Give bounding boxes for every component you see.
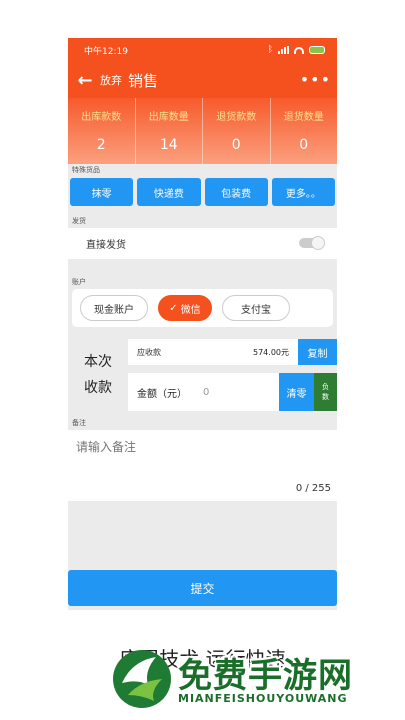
- amount-label: 金额（元）: [137, 388, 187, 400]
- wechat-option[interactable]: ✓ 微信: [158, 295, 212, 321]
- shipping-label: 发货: [72, 217, 86, 225]
- check-icon: ✓: [169, 302, 178, 314]
- cash-account-option[interactable]: 现金账户: [80, 295, 148, 321]
- special-goods-buttons: 抹零 快递费 包装费 更多。。: [68, 177, 337, 207]
- direct-ship-label: 直接发货: [86, 240, 126, 251]
- bluetooth-icon: ᛒ: [267, 45, 273, 55]
- more-menu-icon[interactable]: •••: [300, 70, 331, 89]
- watermark-subtitle: MIANFEISHOUYOUWANG: [178, 692, 348, 705]
- watermark-logo-icon: [113, 650, 171, 708]
- receivable-field: 应收款 574.00元: [128, 339, 298, 365]
- stat-outbound-items: 出库款数 2: [68, 98, 136, 164]
- watermark-title: 免费手游网: [178, 656, 353, 696]
- account-label: 账户: [72, 278, 86, 286]
- amount-field[interactable]: 金额（元） 0: [128, 373, 279, 411]
- note-counter: 0 / 255: [295, 483, 331, 494]
- stats-panel: 出库款数 2 出库数量 14 退货款数 0 退货数量 0: [68, 98, 337, 164]
- stat-value: 0: [299, 137, 309, 153]
- amount-row: 金额（元） 0 清零 负数: [128, 373, 337, 411]
- account-selector: 现金账户 ✓ 微信 支付宝: [72, 289, 333, 327]
- payment-fields: 应收款 574.00元 复制 金额（元） 0 清零 负数: [128, 339, 337, 411]
- clear-button[interactable]: 清零: [279, 373, 314, 411]
- payment-title-line1: 本次: [84, 354, 112, 370]
- status-icons: ᛒ: [268, 45, 325, 55]
- wifi-icon: [294, 46, 304, 54]
- packaging-fee-button[interactable]: 包装费: [204, 178, 268, 206]
- direct-ship-toggle[interactable]: [299, 236, 325, 250]
- round-off-button[interactable]: 抹零: [70, 178, 134, 206]
- phone-screen: 中午12:19 ᛒ ← 放弃 销售 ••• 出库款数 2 出库数量 14 退货款…: [68, 38, 337, 610]
- negative-label: 负数: [322, 383, 329, 401]
- stat-value: 14: [159, 137, 178, 153]
- stat-return-items: 退货款数 0: [203, 98, 271, 164]
- stat-return-qty: 退货数量 0: [271, 98, 338, 164]
- signal-icon: [278, 46, 289, 54]
- receivable-amount: 574.00元: [253, 347, 289, 357]
- status-bar: 中午12:19 ᛒ: [68, 38, 337, 62]
- receivable-label: 应收款: [137, 347, 161, 357]
- more-button[interactable]: 更多。。: [271, 178, 335, 206]
- payment-title: 本次 收款: [68, 339, 128, 411]
- receivable-row: 应收款 574.00元 复制: [128, 339, 337, 365]
- giveup-button[interactable]: 放弃: [100, 72, 122, 88]
- toggle-knob: [311, 236, 325, 250]
- stat-outbound-qty: 出库数量 14: [136, 98, 203, 164]
- submit-button[interactable]: 提交: [68, 570, 337, 606]
- stat-label: 出库数量: [148, 112, 189, 123]
- status-time: 中午12:19: [84, 46, 128, 57]
- direct-ship-row: 直接发货: [68, 228, 337, 259]
- copy-button[interactable]: 复制: [298, 339, 337, 365]
- payment-title-line2: 收款: [84, 380, 112, 396]
- stat-label: 退货款数: [216, 112, 257, 123]
- payment-section: 本次 收款 应收款 574.00元 复制 金额（元） 0 清零 负数: [68, 339, 337, 411]
- stat-value: 0: [231, 137, 241, 153]
- special-goods-label: 特殊货品: [72, 166, 100, 174]
- page-title: 销售: [128, 71, 159, 90]
- shipping-fee-button[interactable]: 快递费: [137, 178, 201, 206]
- alipay-option[interactable]: 支付宝: [222, 295, 290, 321]
- stat-value: 2: [96, 137, 106, 153]
- stat-label: 出库款数: [81, 112, 122, 123]
- wechat-label: 微信: [180, 304, 201, 316]
- note-box: 0 / 255: [68, 430, 337, 501]
- back-arrow-icon[interactable]: ←: [76, 70, 94, 91]
- negative-button[interactable]: 负数: [314, 373, 337, 411]
- note-label: 备注: [72, 419, 86, 427]
- stat-label: 退货数量: [283, 112, 324, 123]
- note-input[interactable]: [76, 440, 326, 454]
- amount-value[interactable]: 0: [203, 387, 209, 398]
- toolbar: ← 放弃 销售 •••: [68, 62, 337, 98]
- battery-icon: [309, 46, 325, 54]
